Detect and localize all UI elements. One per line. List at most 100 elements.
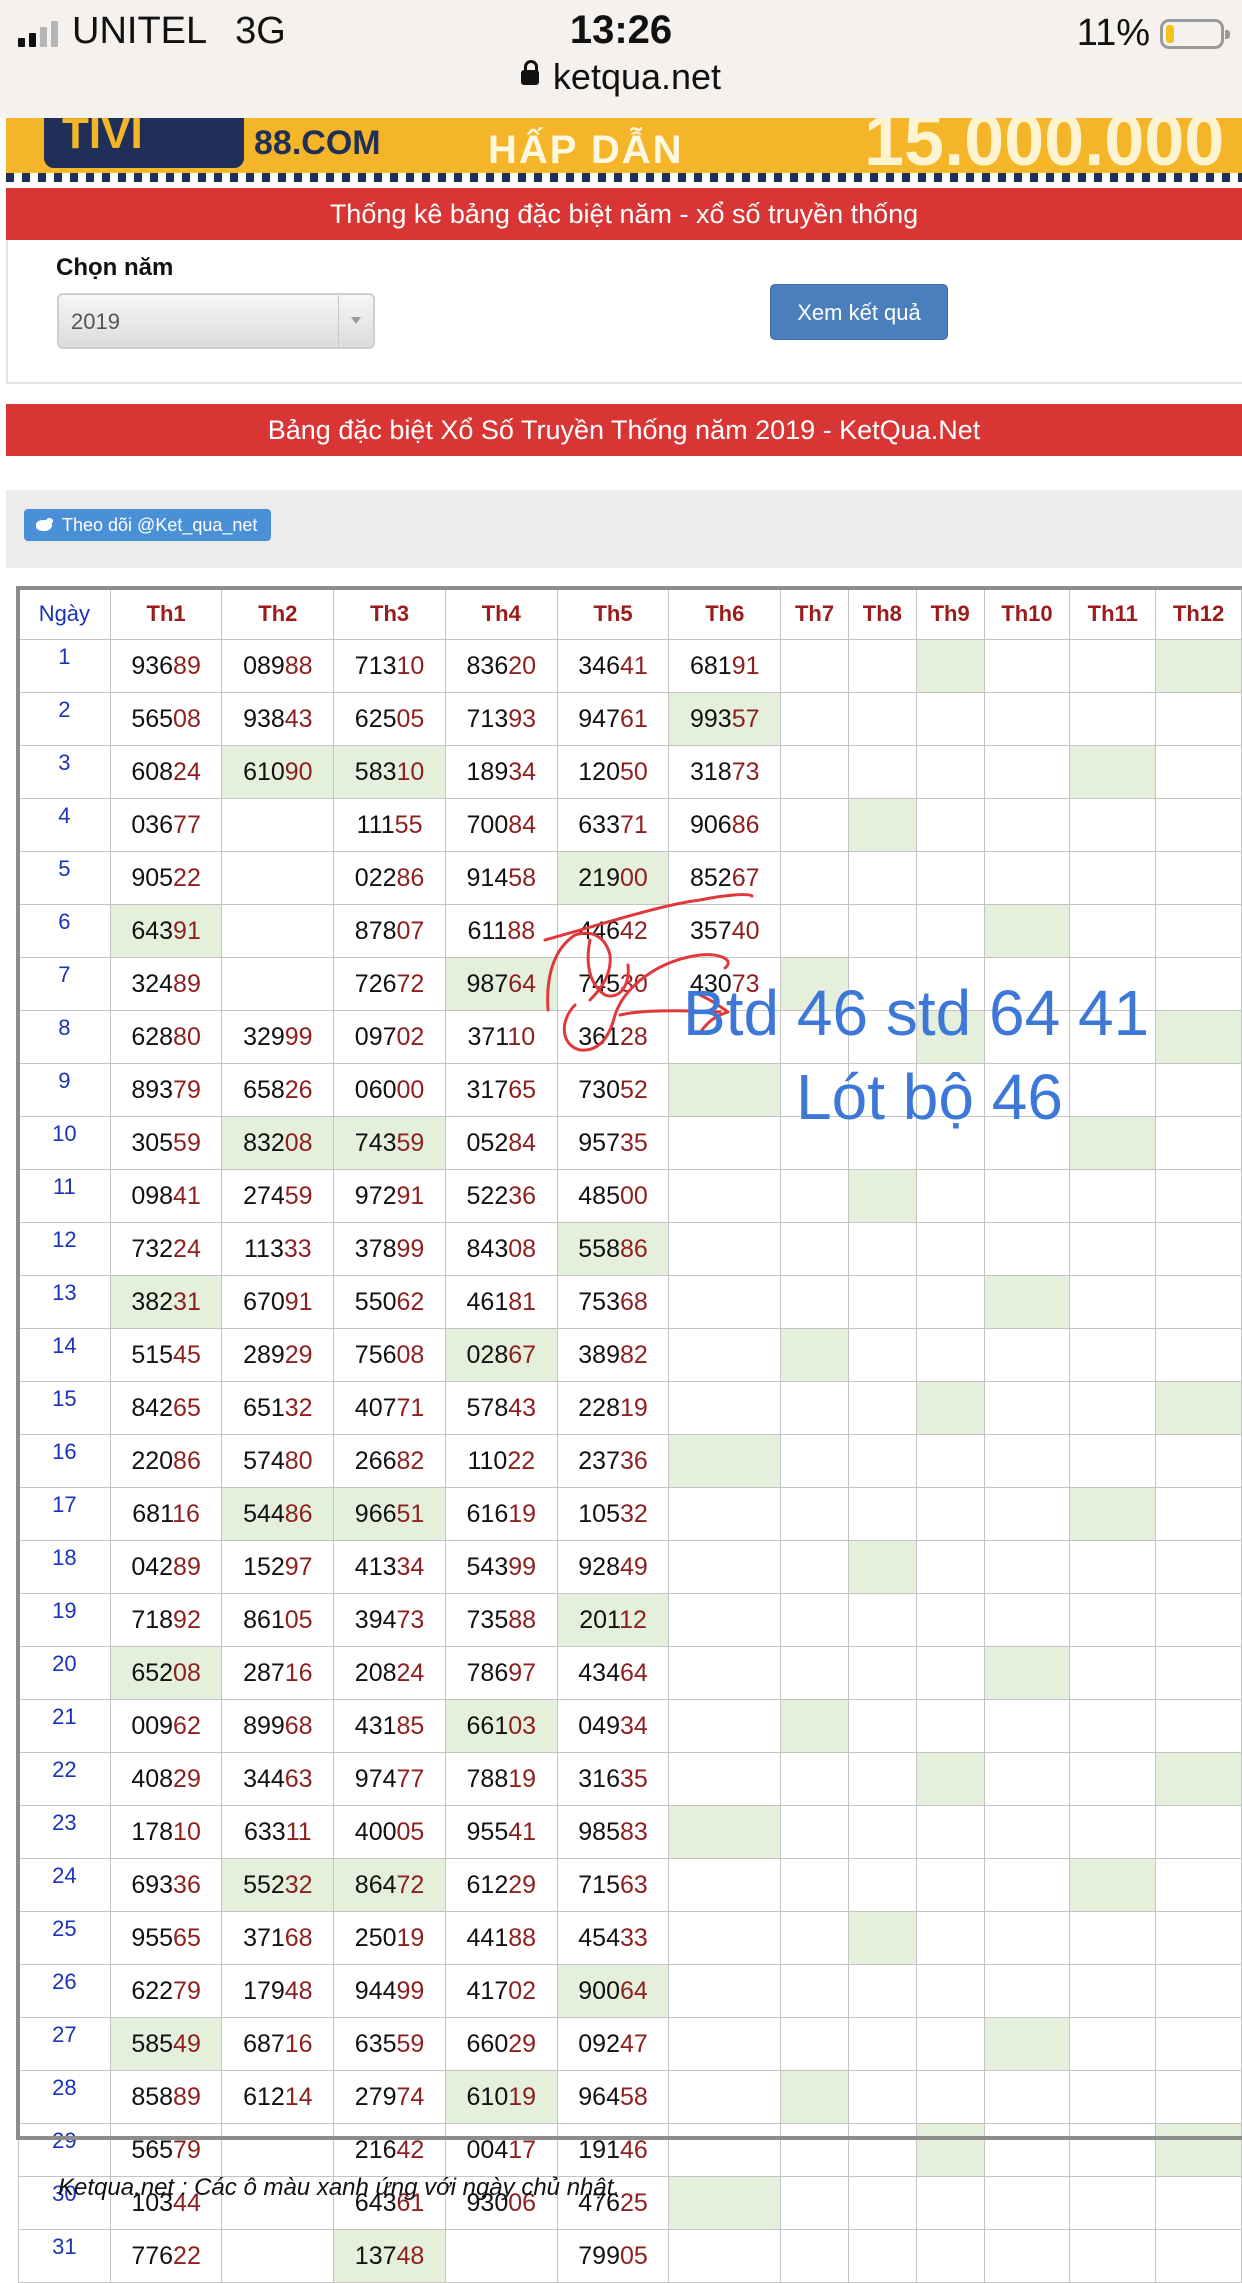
twitter-follow-button[interactable]: Theo dõi @Ket_qua_net <box>24 509 272 541</box>
result-cell <box>847 1381 917 1435</box>
result-cell: 27459 <box>221 1169 335 1223</box>
result-cell <box>780 692 849 746</box>
result-cell: 83620 <box>444 639 558 693</box>
result-cell <box>915 2017 985 2071</box>
result-last-two: 59 <box>396 2029 425 2058</box>
result-last-two: 80 <box>284 1446 313 1475</box>
day-number: 22 <box>18 1752 111 1806</box>
result-prefix: 515 <box>131 1340 174 1369</box>
result-cell <box>780 1858 849 1912</box>
result-cell <box>1155 1858 1242 1912</box>
status-time: 13:26 <box>569 8 673 52</box>
result-prefix: 745 <box>578 969 620 998</box>
result-last-two: 89 <box>173 651 201 680</box>
day-number: 19 <box>18 1593 111 1647</box>
result-last-two: 74 <box>396 2082 425 2111</box>
result-last-two: 73 <box>731 757 760 786</box>
result-cell <box>668 1381 782 1435</box>
result-last-two: 41 <box>508 1817 537 1846</box>
day-number: 27 <box>18 2017 111 2071</box>
result-cell: 95735 <box>556 1116 670 1170</box>
year-select[interactable]: 2019 <box>57 293 375 349</box>
result-last-two: 58 <box>619 2082 648 2111</box>
result-prefix: 098 <box>131 1181 174 1210</box>
result-cell <box>1069 1646 1157 1700</box>
result-prefix: 622 <box>131 1976 174 2005</box>
result-last-two: 65 <box>173 1393 201 1422</box>
result-last-two: 73 <box>396 1605 425 1634</box>
result-last-two: 63 <box>619 1870 648 1899</box>
result-cell <box>1155 1593 1242 1647</box>
result-cell <box>847 1275 917 1329</box>
table-body: 1 93689 08988 71310 83620 34641 68191 2 56508 938… <box>18 639 1242 2283</box>
result-last-two: 12 <box>619 1605 647 1634</box>
result-prefix: 670 <box>243 1287 285 1316</box>
result-cell: 37110 <box>444 1010 558 1064</box>
result-cell <box>668 1116 782 1170</box>
result-cell <box>1155 1275 1242 1329</box>
result-prefix: 413 <box>354 1552 397 1581</box>
result-prefix: 287 <box>243 1658 285 1687</box>
result-prefix: 097 <box>354 1022 397 1051</box>
result-last-two: 64 <box>619 1658 648 1687</box>
result-prefix: 009 <box>131 1711 174 1740</box>
result-prefix: 753 <box>578 1287 620 1316</box>
result-cell <box>847 1487 917 1541</box>
result-prefix: 899 <box>243 1711 285 1740</box>
result-cell: 22086 <box>109 1434 223 1488</box>
result-cell: 52236 <box>444 1169 558 1223</box>
footnote: Ketqua.net : Các ô màu xanh ứng với ngày… <box>58 2174 621 2201</box>
result-prefix: 329 <box>243 1022 285 1051</box>
day-number: 17 <box>18 1487 111 1541</box>
result-cell <box>1155 1063 1242 1117</box>
result-cell: 73224 <box>109 1222 223 1276</box>
result-cell <box>1155 851 1242 905</box>
result-cell: 77622 <box>109 2229 223 2283</box>
table-row: 24 69336 55232 86472 61229 71563 <box>18 1858 1242 1912</box>
result-last-two: 24 <box>173 1234 201 1263</box>
result-last-two: 19 <box>508 1499 537 1528</box>
table-row: 26 62279 17948 94499 41702 90064 <box>18 1964 1242 2018</box>
result-prefix: 861 <box>243 1605 285 1634</box>
result-last-two: 90 <box>284 757 313 786</box>
result-prefix: 441 <box>466 1923 509 1952</box>
result-cell <box>983 851 1071 905</box>
view-results-button[interactable]: Xem kết quả <box>770 284 948 340</box>
result-cell: 87807 <box>333 904 446 958</box>
table-row: 20 65208 28716 20824 78697 43464 <box>18 1646 1242 1700</box>
result-last-two: 93 <box>508 704 537 733</box>
result-cell <box>668 1911 782 1965</box>
result-cell <box>915 1805 985 1859</box>
result-prefix: 371 <box>467 1022 508 1051</box>
result-cell <box>847 2123 917 2177</box>
table-row: 21 00962 89968 43185 66103 04934 <box>18 1699 1242 1753</box>
battery-icon <box>1160 18 1230 49</box>
status-right: 11% <box>1077 12 1230 55</box>
result-prefix: 089 <box>243 651 285 680</box>
result-prefix: 371 <box>243 1923 285 1952</box>
result-prefix: 191 <box>578 2135 620 2164</box>
result-last-two: 28 <box>619 1022 648 1051</box>
result-cell <box>1069 2229 1157 2283</box>
result-cell <box>983 1699 1071 1753</box>
result-cell <box>1155 2070 1242 2124</box>
result-prefix: 052 <box>466 1128 509 1157</box>
table-row: 22 40829 34463 97477 78819 31635 <box>18 1752 1242 1806</box>
result-cell <box>915 1911 985 1965</box>
result-cell <box>1069 1752 1157 1806</box>
result-last-two: 08 <box>173 1658 201 1687</box>
result-cell <box>915 2070 985 2124</box>
result-cell: 61214 <box>221 2070 335 2124</box>
result-cell: 61090 <box>221 745 335 799</box>
result-cell <box>847 1752 917 1806</box>
ad-banner[interactable]: TIVI 88.COM HẤP DẪN 15.000.000 <box>6 118 1242 182</box>
result-cell <box>1155 1010 1242 1064</box>
result-last-two: 29 <box>508 2029 537 2058</box>
result-cell <box>668 1434 782 1488</box>
result-cell: 74530 <box>556 957 670 1011</box>
result-cell <box>847 1699 917 1753</box>
result-last-two: 43 <box>508 1393 537 1422</box>
result-last-two: 34 <box>508 757 537 786</box>
address-bar[interactable]: ketqua.net <box>0 56 1242 98</box>
result-prefix: 955 <box>131 1923 174 1952</box>
